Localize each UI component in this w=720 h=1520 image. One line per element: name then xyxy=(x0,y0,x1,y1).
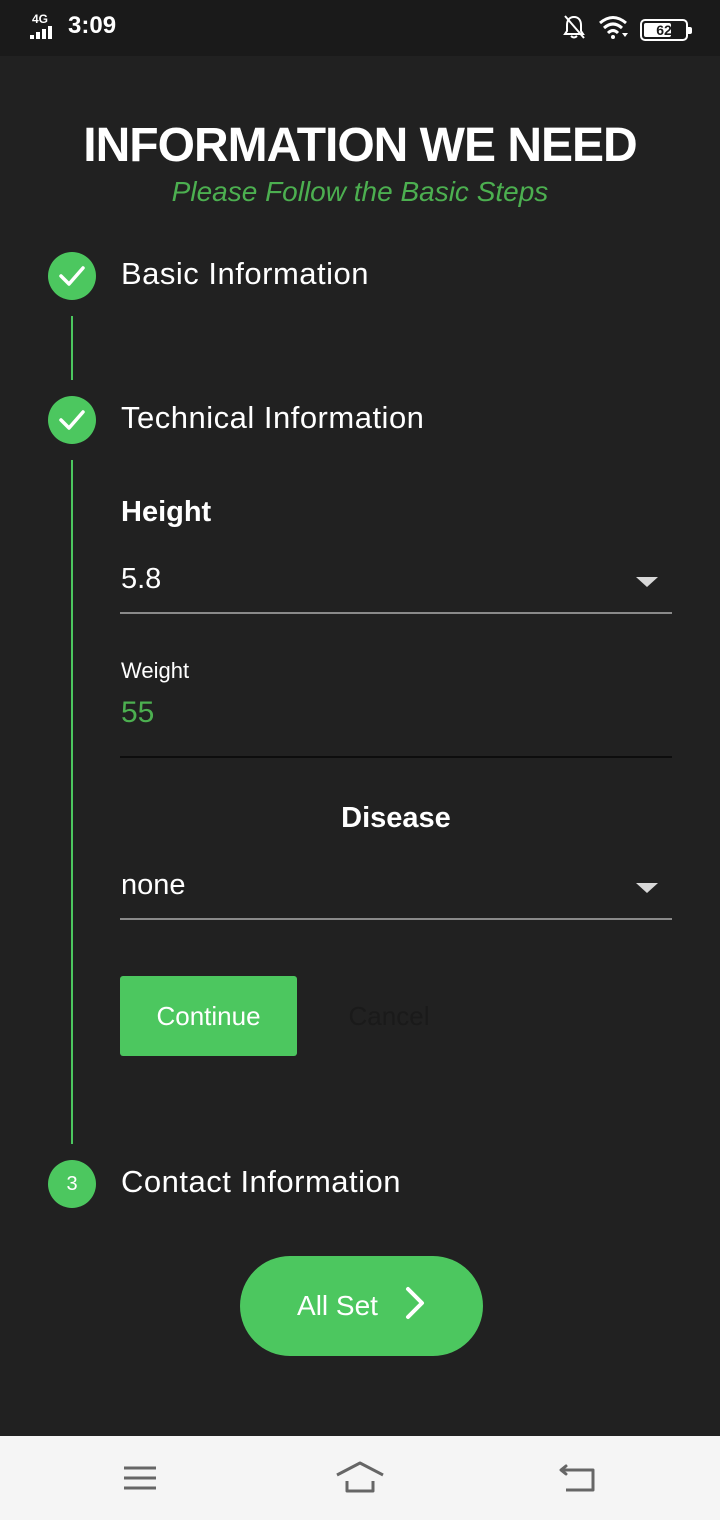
height-select[interactable]: 5.8 xyxy=(121,563,161,596)
page-title: INFORMATION WE NEED xyxy=(83,119,637,172)
bell-off-icon xyxy=(562,14,586,45)
disease-select[interactable]: none xyxy=(121,869,186,902)
step-connector-2 xyxy=(71,460,73,1144)
home-icon[interactable] xyxy=(330,1456,390,1500)
weight-label: Weight xyxy=(121,658,190,683)
menu-icon[interactable] xyxy=(110,1456,170,1500)
status-time: 3:09 xyxy=(68,12,117,39)
status-bar: 4G 3:09 62 xyxy=(0,0,720,56)
status-left: 4G 3:09 xyxy=(30,12,116,40)
step-2-check-icon[interactable] xyxy=(48,396,96,444)
step-1-title[interactable]: Basic Information xyxy=(121,256,369,292)
height-label: Height xyxy=(121,496,212,528)
cancel-button[interactable]: Cancel xyxy=(330,976,448,1056)
network-type: 4G xyxy=(32,12,49,26)
weight-underline xyxy=(120,756,672,758)
chevron-down-icon[interactable] xyxy=(636,577,658,587)
battery-level: 62 xyxy=(656,21,672,38)
continue-button[interactable]: Continue xyxy=(120,976,297,1056)
chevron-down-icon[interactable] xyxy=(636,883,658,893)
step-3-circle[interactable]: 3 xyxy=(48,1160,96,1208)
back-icon[interactable] xyxy=(548,1456,608,1500)
step-2-title[interactable]: Technical Information xyxy=(121,400,424,436)
weight-input[interactable]: 55 xyxy=(121,696,154,730)
all-set-button[interactable]: All Set xyxy=(240,1256,483,1356)
disease-label: Disease xyxy=(341,802,451,834)
all-set-label: All Set xyxy=(297,1290,378,1321)
step-3-number: 3 xyxy=(66,1172,78,1195)
page-subtitle: Please Follow the Basic Steps xyxy=(171,176,549,207)
step-3-title[interactable]: Contact Information xyxy=(121,1164,401,1200)
disease-underline xyxy=(120,918,672,920)
height-underline xyxy=(120,612,672,614)
step-connector-1 xyxy=(71,316,73,380)
signal-icon: 4G xyxy=(30,12,62,40)
battery-icon: 62 xyxy=(640,18,692,41)
status-right: 62 xyxy=(562,14,692,45)
step-1-check-icon[interactable] xyxy=(48,252,96,300)
navigation-bar xyxy=(0,1436,720,1520)
chevron-right-icon xyxy=(404,1286,426,1327)
wifi-icon xyxy=(598,15,628,44)
